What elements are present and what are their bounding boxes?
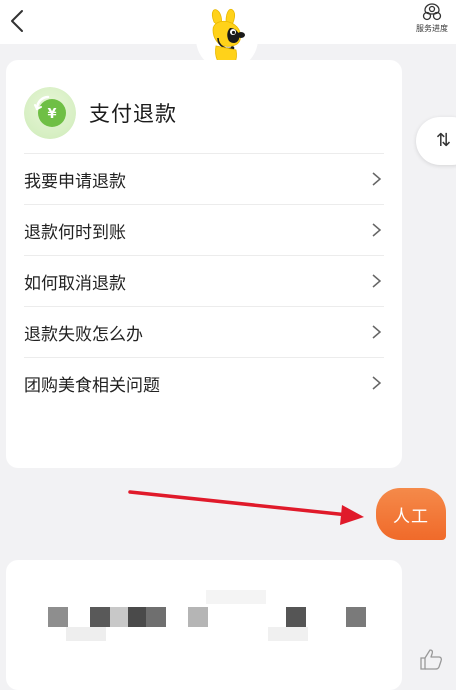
human-agent-button[interactable]: 人工 bbox=[376, 488, 446, 540]
redacted-content bbox=[6, 560, 402, 690]
redacted-message-card bbox=[6, 560, 402, 690]
thumbs-up-icon[interactable] bbox=[418, 648, 444, 670]
